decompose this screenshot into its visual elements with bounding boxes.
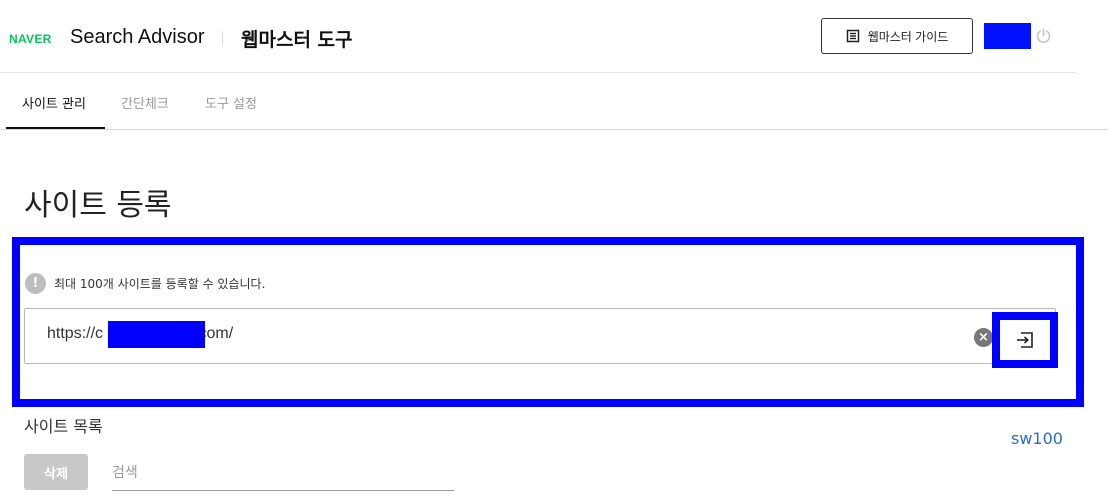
power-logout-icon[interactable] bbox=[1035, 27, 1052, 44]
header-bar: NAVER Search Advisor 웹마스터 도구 웹마스터 가이드 bbox=[0, 0, 1076, 73]
site-list-title: 사이트 목록 bbox=[24, 417, 103, 436]
user-id: sw100 bbox=[1011, 429, 1063, 448]
naver-logo[interactable]: NAVER bbox=[9, 32, 52, 46]
guide-button-label: 웹마스터 가이드 bbox=[867, 29, 949, 44]
page-title: 사이트 등록 bbox=[24, 188, 172, 223]
delete-button[interactable]: 삭제 bbox=[24, 454, 88, 490]
user-account-redacted[interactable] bbox=[984, 23, 1031, 49]
info-icon: ! bbox=[25, 273, 46, 294]
webmaster-guide-button[interactable]: 웹마스터 가이드 bbox=[821, 18, 973, 54]
clear-input-icon[interactable]: × bbox=[974, 328, 993, 347]
url-redaction bbox=[108, 321, 205, 348]
tab-site-management[interactable]: 사이트 관리 bbox=[22, 93, 86, 112]
site-search-input[interactable] bbox=[112, 456, 454, 491]
active-tab-indicator bbox=[6, 127, 105, 129]
notice-text: 최대 100개 사이트를 등록할 수 있습니다. bbox=[54, 277, 266, 291]
tool-name[interactable]: 웹마스터 도구 bbox=[241, 25, 353, 52]
tab-tool-settings[interactable]: 도구 설정 bbox=[205, 93, 257, 112]
url-prefix: https://c bbox=[47, 325, 104, 342]
tab-bar: 사이트 관리 간단체크 도구 설정 bbox=[0, 73, 1108, 130]
guide-document-icon bbox=[846, 29, 859, 43]
header-divider bbox=[222, 31, 223, 45]
register-site-button[interactable] bbox=[992, 312, 1058, 368]
enter-arrow-icon bbox=[1017, 332, 1033, 348]
tab-quick-check[interactable]: 간단체크 bbox=[121, 93, 169, 112]
app-name[interactable]: Search Advisor bbox=[70, 26, 205, 49]
site-limit-notice: ! 최대 100개 사이트를 등록할 수 있습니다. bbox=[25, 273, 265, 294]
